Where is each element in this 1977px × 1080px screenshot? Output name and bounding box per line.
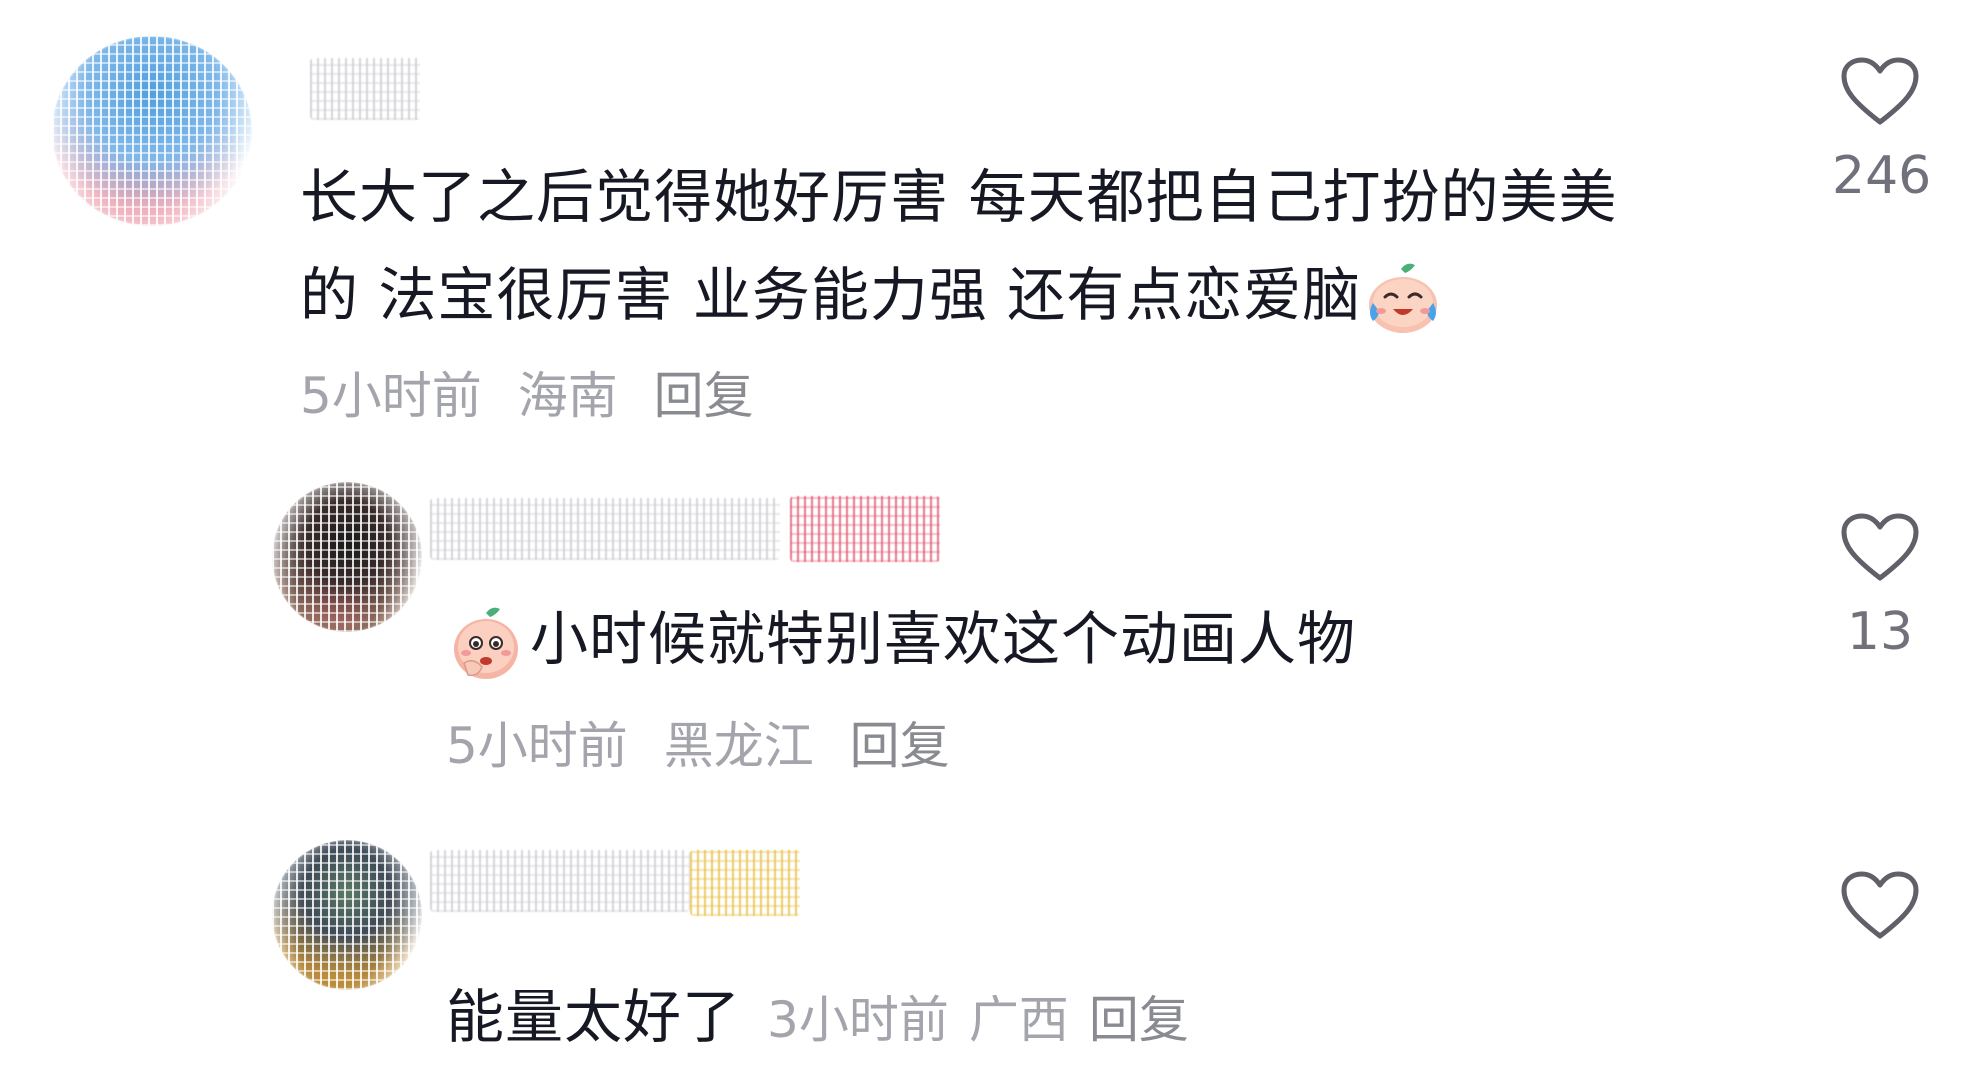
avatar[interactable] xyxy=(52,36,252,226)
heart-outline-icon xyxy=(1841,57,1919,125)
crying-laughing-face-icon xyxy=(1363,259,1443,339)
avatar-mosaic xyxy=(52,36,252,226)
comment-location: 黑龙江 xyxy=(663,717,814,775)
avatar-mosaic xyxy=(272,840,422,990)
reply-button[interactable]: 回复 xyxy=(1089,991,1189,1049)
comment-text-line1: 长大了之后觉得她好厉害 每天都把自己打扮的美美 xyxy=(300,163,1618,231)
avatar[interactable] xyxy=(272,482,422,632)
user-badge-redacted xyxy=(790,496,940,562)
comment-text: 小时候就特别喜欢这个动画人物 xyxy=(446,590,1356,688)
like-count: 13 xyxy=(1846,602,1914,662)
reply-button[interactable]: 回复 xyxy=(654,367,754,425)
comment-item: 长大了之后觉得她好厉害 每天都把自己打扮的美美 的 法宝很厉害 业务能力强 还有… xyxy=(0,0,1977,440)
comment-text-body: 能量太好了 xyxy=(446,983,742,1051)
avatar[interactable] xyxy=(272,840,422,990)
username-redacted[interactable] xyxy=(430,850,690,912)
username-redacted[interactable] xyxy=(310,58,420,120)
username-redacted[interactable] xyxy=(430,498,780,560)
heart-outline-icon xyxy=(1841,513,1919,581)
comment-time: 3小时前 xyxy=(767,991,949,1049)
reply-button[interactable]: 回复 xyxy=(850,717,950,775)
like-button[interactable]: 246 xyxy=(1832,56,1932,206)
comment-location: 广西 xyxy=(968,991,1069,1049)
reply-comment-item: 小时候就特别喜欢这个动画人物 5小时前 黑龙江 回复 13 xyxy=(0,440,1977,780)
comment-text: 能量太好了 3小时前 广西 回复 xyxy=(446,968,1209,1069)
like-button[interactable] xyxy=(1832,870,1928,942)
comment-location: 海南 xyxy=(517,367,618,425)
comment-text-line2: 的 法宝很厉害 业务能力强 还有点恋爱脑 xyxy=(300,261,1362,329)
comment-time: 5小时前 xyxy=(446,717,628,775)
comment-meta: 3小时前 广西 回复 xyxy=(767,991,1209,1049)
like-button[interactable]: 13 xyxy=(1832,512,1928,662)
blushing-face-icon xyxy=(446,603,526,683)
comment-meta: 5小时前 黑龙江 回复 xyxy=(446,716,970,776)
comment-meta: 5小时前 海南 回复 xyxy=(300,366,774,426)
comment-text: 长大了之后觉得她好厉害 每天都把自己打扮的美美 xyxy=(300,148,1617,246)
user-badge-redacted xyxy=(690,850,800,916)
comment-text-body: 小时候就特别喜欢这个动画人物 xyxy=(530,605,1357,673)
reply-comment-item: 能量太好了 3小时前 广西 回复 xyxy=(0,780,1977,1080)
like-count: 246 xyxy=(1832,146,1932,206)
avatar-mosaic xyxy=(272,482,422,632)
comment-time: 5小时前 xyxy=(300,367,482,425)
comment-text: 的 法宝很厉害 业务能力强 还有点恋爱脑 xyxy=(300,246,1445,344)
heart-outline-icon xyxy=(1841,871,1919,939)
